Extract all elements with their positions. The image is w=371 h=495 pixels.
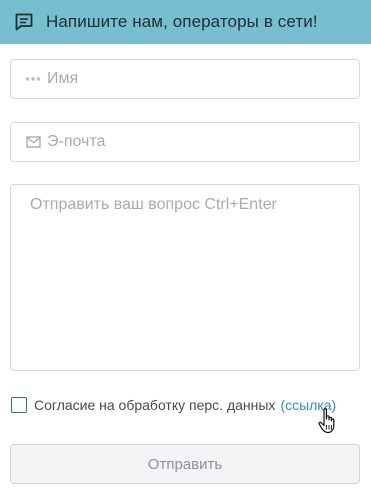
chat-header: Напишите нам, операторы в сети! xyxy=(0,0,371,44)
consent-label: Согласие на обработку перс. данных xyxy=(34,397,276,413)
email-field[interactable] xyxy=(10,122,360,162)
dots-icon xyxy=(25,72,41,86)
submit-button[interactable]: Отправить xyxy=(10,444,360,484)
email-input[interactable] xyxy=(47,133,337,151)
message-textarea[interactable] xyxy=(11,185,359,370)
hand-cursor-icon xyxy=(318,407,338,435)
consent-row: Согласие на обработку перс. данных (ссыл… xyxy=(11,397,336,413)
consent-checkbox[interactable] xyxy=(11,397,27,413)
header-title: Напишите нам, операторы в сети! xyxy=(46,12,318,31)
message-field[interactable] xyxy=(10,184,360,371)
chat-bubble-icon xyxy=(13,11,35,33)
envelope-icon xyxy=(25,135,41,149)
name-input[interactable] xyxy=(47,70,337,88)
name-field[interactable] xyxy=(10,59,360,99)
